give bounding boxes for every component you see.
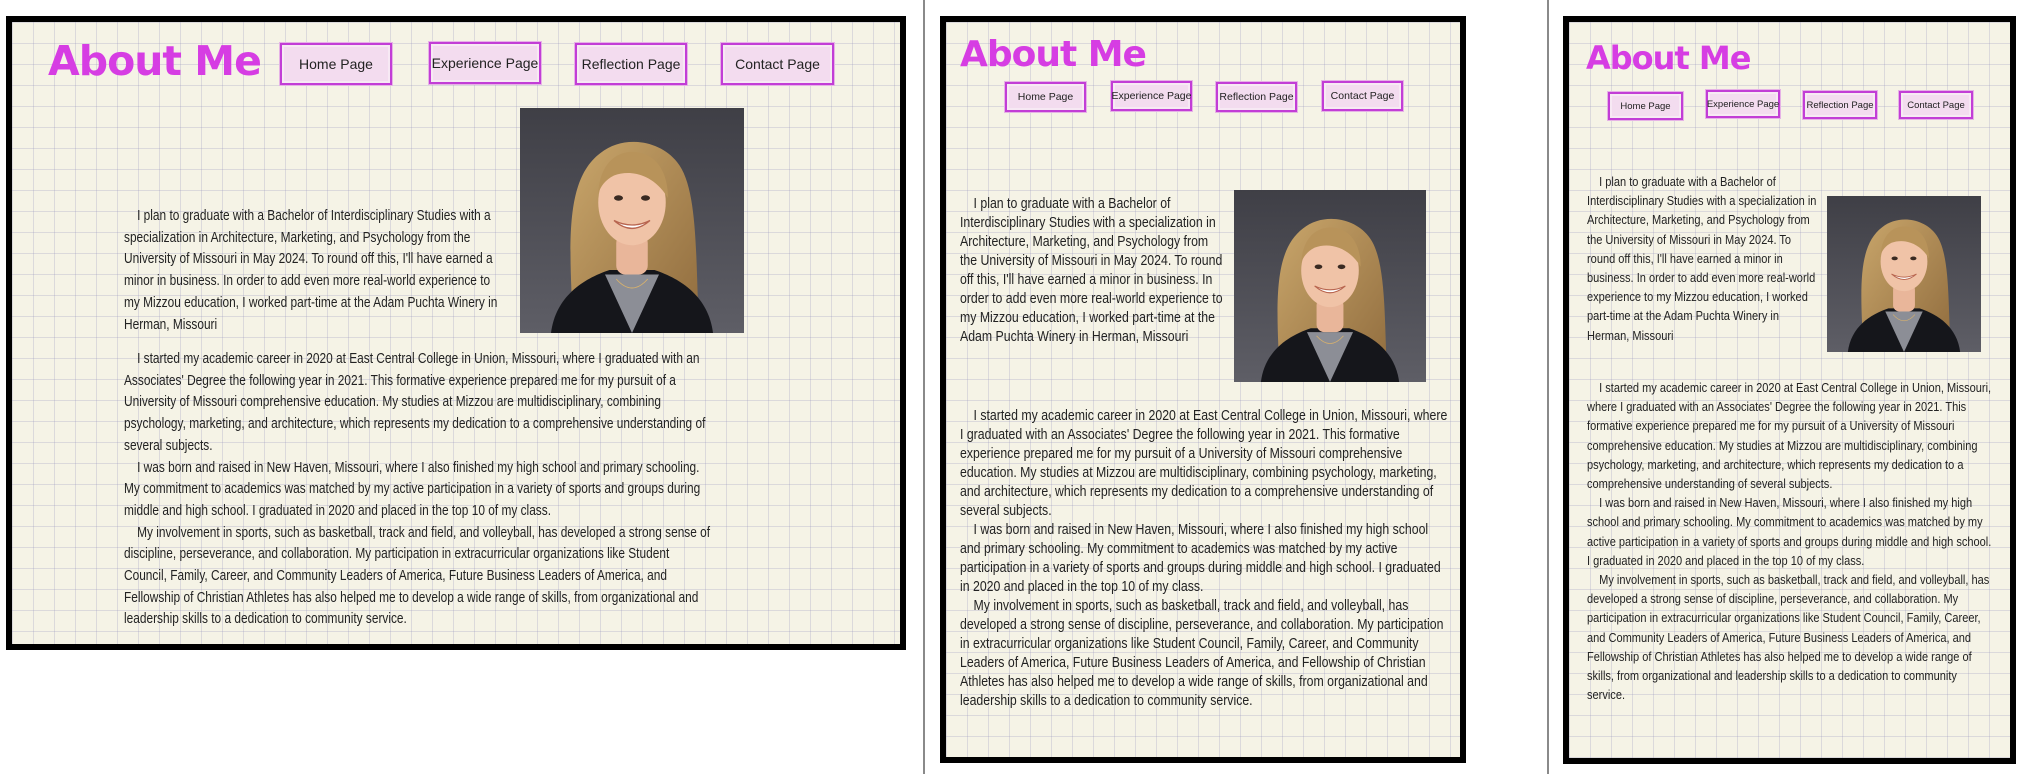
about-page-desktop: About Me Home Page Experience Page Refle…	[6, 16, 906, 650]
intro-text: I plan to graduate with a Bachelor of In…	[960, 194, 1227, 346]
page-title: About Me	[960, 34, 1147, 75]
profile-photo	[1827, 196, 1981, 352]
paragraph-sports: My involvement in sports, such as basket…	[960, 597, 1444, 709]
body-text: I started my academic career in 2020 at …	[124, 349, 714, 631]
profile-photo	[520, 108, 744, 333]
paragraph-academic-career: I started my academic career in 2020 at …	[1587, 380, 1992, 492]
nav-experience-button[interactable]: Experience Page	[429, 42, 541, 84]
nav-experience-button[interactable]: Experience Page	[1111, 81, 1192, 111]
paragraph-academic-career: I started my academic career in 2020 at …	[124, 351, 706, 454]
paragraph-sports: My involvement in sports, such as basket…	[124, 524, 711, 628]
about-page-tablet: About Me Home Page Experience Page Refle…	[940, 16, 1466, 763]
paragraph-upbringing: I was born and raised in New Haven, Miss…	[960, 521, 1441, 595]
nav-experience-button[interactable]: Experience Page	[1706, 90, 1780, 118]
paragraph-sports: My involvement in sports, such as basket…	[1587, 572, 1990, 703]
paragraph-upbringing: I was born and raised in New Haven, Miss…	[1587, 495, 1992, 568]
about-page-mobile: About Me Home Page Experience Page Refle…	[1563, 16, 2016, 764]
intro-text: I plan to graduate with a Bachelor of In…	[124, 206, 501, 336]
nav-contact-button[interactable]: Contact Page	[1322, 81, 1403, 111]
nav-home-button[interactable]: Home Page	[1608, 92, 1683, 120]
page-title: About Me	[48, 37, 262, 85]
intro-text: I plan to graduate with a Bachelor of In…	[1587, 172, 1819, 345]
body-text: I started my academic career in 2020 at …	[960, 406, 1449, 710]
nav-reflection-button[interactable]: Reflection Page	[1216, 82, 1297, 112]
paragraph-graduation: I plan to graduate with a Bachelor of In…	[1587, 174, 1817, 343]
body-text: I started my academic career in 2020 at …	[1587, 378, 1994, 704]
nav-reflection-button[interactable]: Reflection Page	[1803, 91, 1877, 119]
paragraph-graduation: I plan to graduate with a Bachelor of In…	[960, 195, 1223, 345]
paragraph-academic-career: I started my academic career in 2020 at …	[960, 407, 1448, 519]
profile-photo	[1234, 190, 1426, 382]
page-title: About Me	[1586, 39, 1751, 77]
panel-divider	[1547, 0, 1549, 774]
nav-contact-button[interactable]: Contact Page	[721, 43, 834, 85]
panel-divider	[923, 0, 925, 774]
nav-home-button[interactable]: Home Page	[280, 43, 392, 85]
paragraph-graduation: I plan to graduate with a Bachelor of In…	[124, 208, 498, 333]
paragraph-upbringing: I was born and raised in New Haven, Miss…	[124, 459, 701, 519]
nav-home-button[interactable]: Home Page	[1005, 82, 1086, 112]
nav-reflection-button[interactable]: Reflection Page	[575, 43, 687, 85]
nav-contact-button[interactable]: Contact Page	[1899, 91, 1973, 119]
